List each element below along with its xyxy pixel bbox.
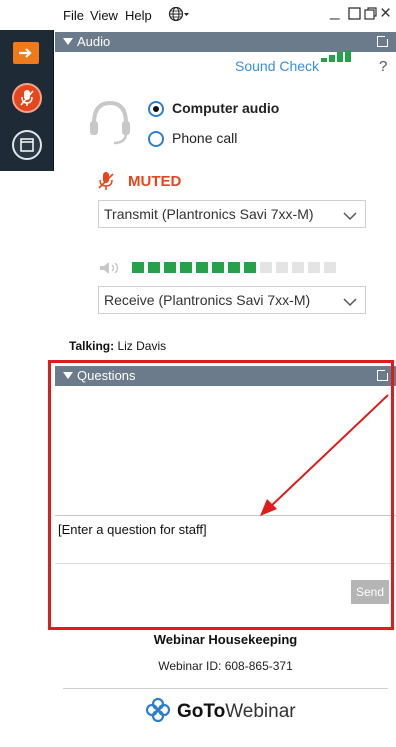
level-segment bbox=[260, 262, 272, 273]
gotowebinar-flower-icon bbox=[145, 697, 171, 726]
brand-webinar: Webinar bbox=[225, 700, 296, 722]
level-segment bbox=[324, 262, 336, 273]
level-segment bbox=[292, 262, 304, 273]
popout-icon[interactable] bbox=[377, 34, 390, 47]
audio-header-title: Audio bbox=[77, 34, 111, 49]
collapse-triangle-icon[interactable] bbox=[63, 38, 73, 45]
muted-status: MUTED bbox=[128, 173, 182, 190]
transmit-device-value: Transmit (Plantronics Savi 7xx-M) bbox=[104, 206, 314, 222]
close-icon[interactable]: × bbox=[380, 3, 391, 25]
chevron-down-icon bbox=[343, 208, 357, 224]
divider bbox=[63, 688, 388, 689]
chevron-down-icon bbox=[343, 294, 357, 310]
receive-device-select[interactable]: Receive (Plantronics Savi 7xx-M) bbox=[98, 286, 366, 314]
audio-section-header[interactable]: Audio bbox=[55, 32, 396, 52]
level-segment bbox=[132, 262, 144, 273]
level-segment bbox=[308, 262, 320, 273]
level-segment bbox=[196, 262, 208, 273]
menu-view[interactable]: View bbox=[90, 8, 118, 23]
sound-check-link[interactable]: Sound Check bbox=[235, 58, 319, 74]
talking-name: Liz Davis bbox=[117, 339, 167, 353]
computer-audio-radio[interactable] bbox=[148, 101, 164, 117]
control-strip bbox=[0, 30, 54, 171]
level-segment bbox=[180, 262, 192, 273]
microphone-muted-icon[interactable] bbox=[98, 171, 114, 194]
control-panel: File View Help _ × Audio Sound Check ? C… bbox=[48, 0, 396, 747]
maximize-icon[interactable] bbox=[348, 5, 361, 25]
restore-icon[interactable] bbox=[364, 5, 377, 25]
level-segment bbox=[164, 262, 176, 273]
level-segment bbox=[276, 262, 288, 273]
speaker-icon bbox=[99, 261, 123, 278]
highlight-box bbox=[48, 360, 394, 630]
menu-file[interactable]: File bbox=[63, 8, 84, 23]
brand-goto: GoTo bbox=[177, 700, 226, 722]
menu-bar: File View Help _ × bbox=[55, 0, 396, 32]
help-icon[interactable]: ? bbox=[379, 58, 387, 75]
talking-label: Talking: bbox=[69, 339, 115, 353]
gotowebinar-logo: GoTo Webinar bbox=[145, 697, 296, 726]
phone-call-label[interactable]: Phone call bbox=[172, 130, 237, 146]
arrow-right-icon[interactable] bbox=[13, 42, 39, 64]
level-segment bbox=[212, 262, 224, 273]
menu-help[interactable]: Help bbox=[125, 8, 152, 23]
webinar-title: Webinar Housekeeping bbox=[153, 632, 298, 647]
talking-indicator: Talking: Liz Davis bbox=[69, 339, 166, 353]
level-segment bbox=[148, 262, 160, 273]
level-segment bbox=[244, 262, 256, 273]
computer-audio-label[interactable]: Computer audio bbox=[172, 100, 279, 116]
webinar-id: Webinar ID: 608-865-371 bbox=[158, 659, 293, 673]
window-icon[interactable] bbox=[12, 130, 42, 160]
microphone-muted-icon[interactable] bbox=[12, 83, 42, 113]
level-segment bbox=[228, 262, 240, 273]
phone-call-radio[interactable] bbox=[148, 131, 164, 147]
globe-language-icon[interactable] bbox=[168, 6, 190, 25]
transmit-device-select[interactable]: Transmit (Plantronics Savi 7xx-M) bbox=[98, 200, 366, 228]
minimize-icon[interactable]: _ bbox=[330, 1, 339, 21]
headset-icon bbox=[88, 97, 132, 150]
receive-device-value: Receive (Plantronics Savi 7xx-M) bbox=[104, 292, 311, 308]
